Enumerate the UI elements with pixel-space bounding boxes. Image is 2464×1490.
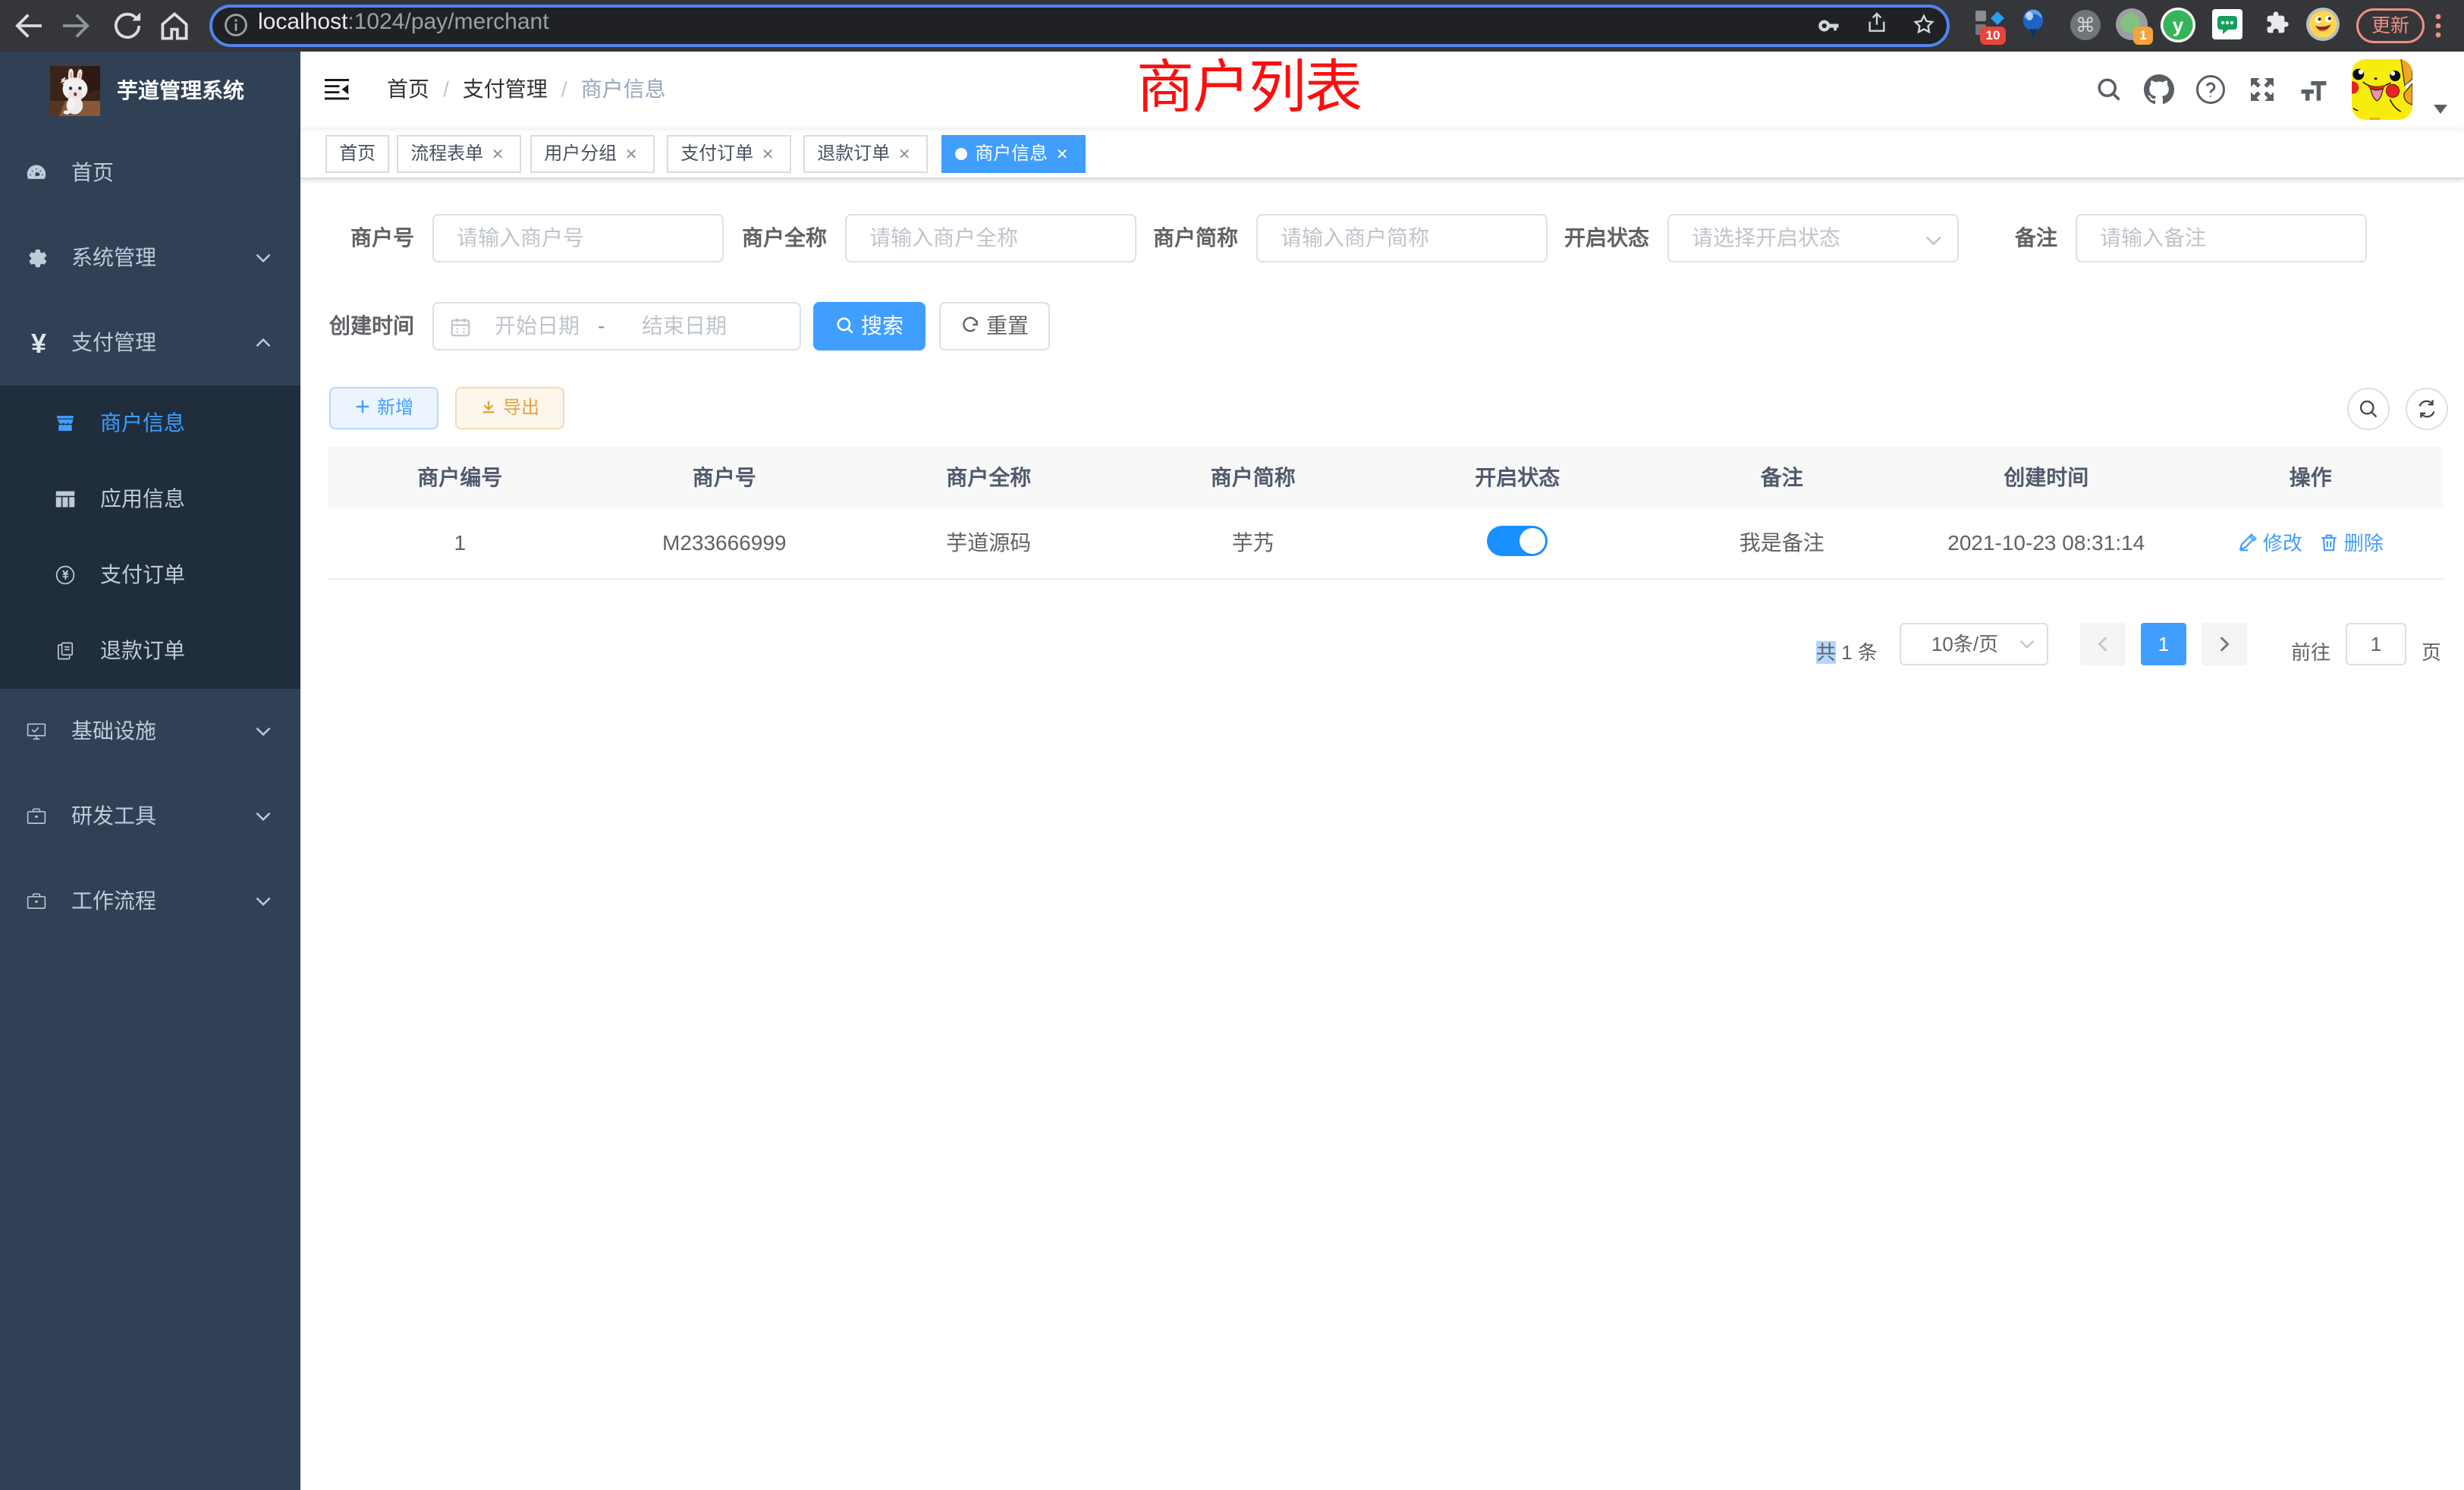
svg-text:⌘: ⌘ [2076,14,2095,36]
svg-text:y: y [2173,14,2184,36]
svg-text:¥: ¥ [31,329,46,358]
